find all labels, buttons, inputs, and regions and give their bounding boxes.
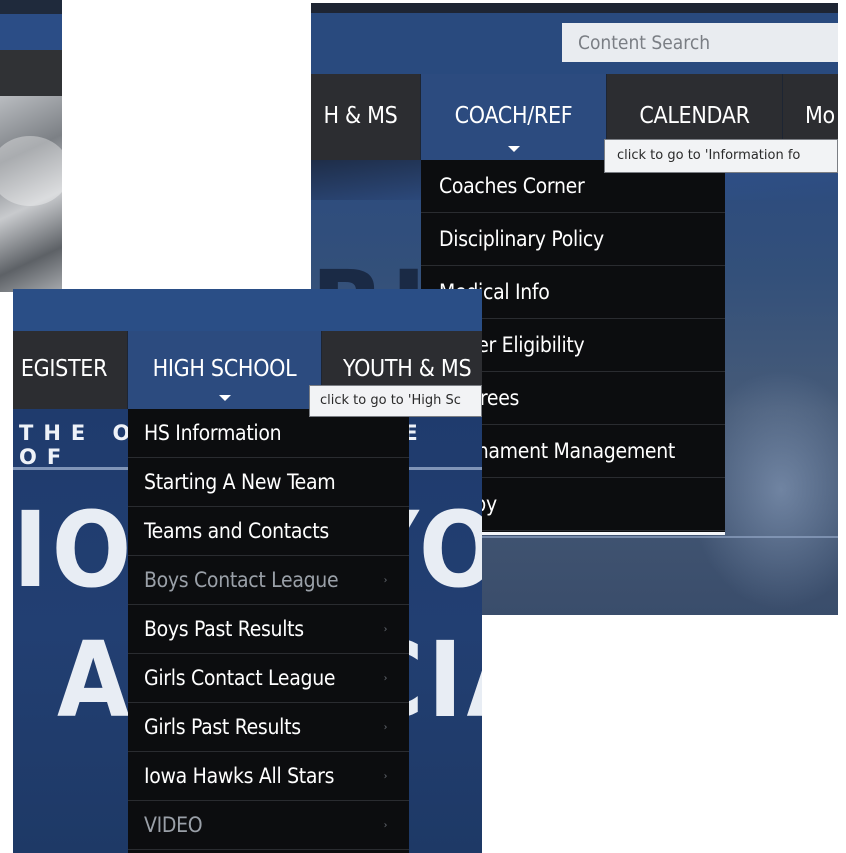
menu-item-girls-contact-league[interactable]: Girls Contact League › xyxy=(128,654,409,703)
site-header xyxy=(13,289,482,331)
menu-item-label: Girls Past Results xyxy=(144,715,301,739)
nav-item-register[interactable]: EGISTER xyxy=(13,331,128,409)
menu-item-iowa-hawks-all-stars[interactable]: Iowa Hawks All Stars › xyxy=(128,752,409,801)
nav-item-coach-ref[interactable]: COACH/REF xyxy=(421,74,607,160)
menu-item-label: Boys Contact League xyxy=(144,568,339,592)
nav-item-label: Mo xyxy=(805,103,835,129)
menu-item-girls-past-results[interactable]: Girls Past Results › xyxy=(128,703,409,752)
nav-tooltip: click to go to 'High Sc xyxy=(309,385,482,417)
chevron-right-icon: › xyxy=(383,820,388,831)
menu-item-label: Coaches Corner xyxy=(439,174,585,198)
menu-item-video[interactable]: VIDEO › xyxy=(128,801,409,850)
menu-item-label: Teams and Contacts xyxy=(144,519,329,543)
top-bar xyxy=(311,3,838,13)
chevron-right-icon: › xyxy=(383,624,388,635)
chevron-right-icon: › xyxy=(383,673,388,684)
caret-down-icon xyxy=(218,395,231,401)
menu-item-boys-contact-league[interactable]: Boys Contact League › xyxy=(128,556,409,605)
menu-item-label: Boys Past Results xyxy=(144,617,304,641)
nav-item-youth-ms[interactable]: H & MS xyxy=(311,74,421,160)
hero-photo xyxy=(0,96,62,292)
header-strip xyxy=(0,14,62,50)
nav-item-label: YOUTH & MS xyxy=(343,356,472,382)
background-screenshot-fragment xyxy=(0,0,62,292)
chevron-right-icon: › xyxy=(383,771,388,782)
nav-tooltip: click to go to 'Information fo xyxy=(604,139,838,173)
chevron-right-icon: › xyxy=(383,722,388,733)
menu-item-teams-and-contacts[interactable]: Teams and Contacts xyxy=(128,507,409,556)
nav-item-label: H & MS xyxy=(323,103,398,129)
caret-down-icon xyxy=(507,146,520,152)
menu-item-label: Girls Contact League xyxy=(144,666,336,690)
menu-item-label: Starting A New Team xyxy=(144,470,336,494)
menu-item-starting-a-new-team[interactable]: Starting A New Team xyxy=(128,458,409,507)
nav-item-label: EGISTER xyxy=(20,356,108,382)
menu-item-label: HS Information xyxy=(144,421,282,445)
nav-item-label: CALENDAR xyxy=(639,103,750,129)
menu-item-label: Iowa Hawks All Stars xyxy=(144,764,335,788)
hero-divider xyxy=(421,536,838,538)
menu-item-label: VIDEO xyxy=(144,813,203,837)
nav-strip xyxy=(0,50,62,96)
nav-item-label: COACH/REF xyxy=(454,103,573,129)
high-school-dropdown: HS Information Starting A New Team Teams… xyxy=(128,409,409,853)
menu-item-disciplinary-policy[interactable]: Disciplinary Policy xyxy=(421,213,725,266)
top-bar xyxy=(0,0,62,14)
nav-item-high-school[interactable]: HIGH SCHOOL xyxy=(128,331,322,409)
content-search-input[interactable] xyxy=(562,23,838,62)
menu-item-label: Disciplinary Policy xyxy=(439,227,604,251)
menu-item-boys-past-results[interactable]: Boys Past Results › xyxy=(128,605,409,654)
chevron-right-icon: › xyxy=(383,575,388,586)
high-school-menu-screenshot: EGISTER HIGH SCHOOL YOUTH & MS THE OFFIC… xyxy=(13,289,482,853)
nav-item-label: HIGH SCHOOL xyxy=(152,356,297,382)
